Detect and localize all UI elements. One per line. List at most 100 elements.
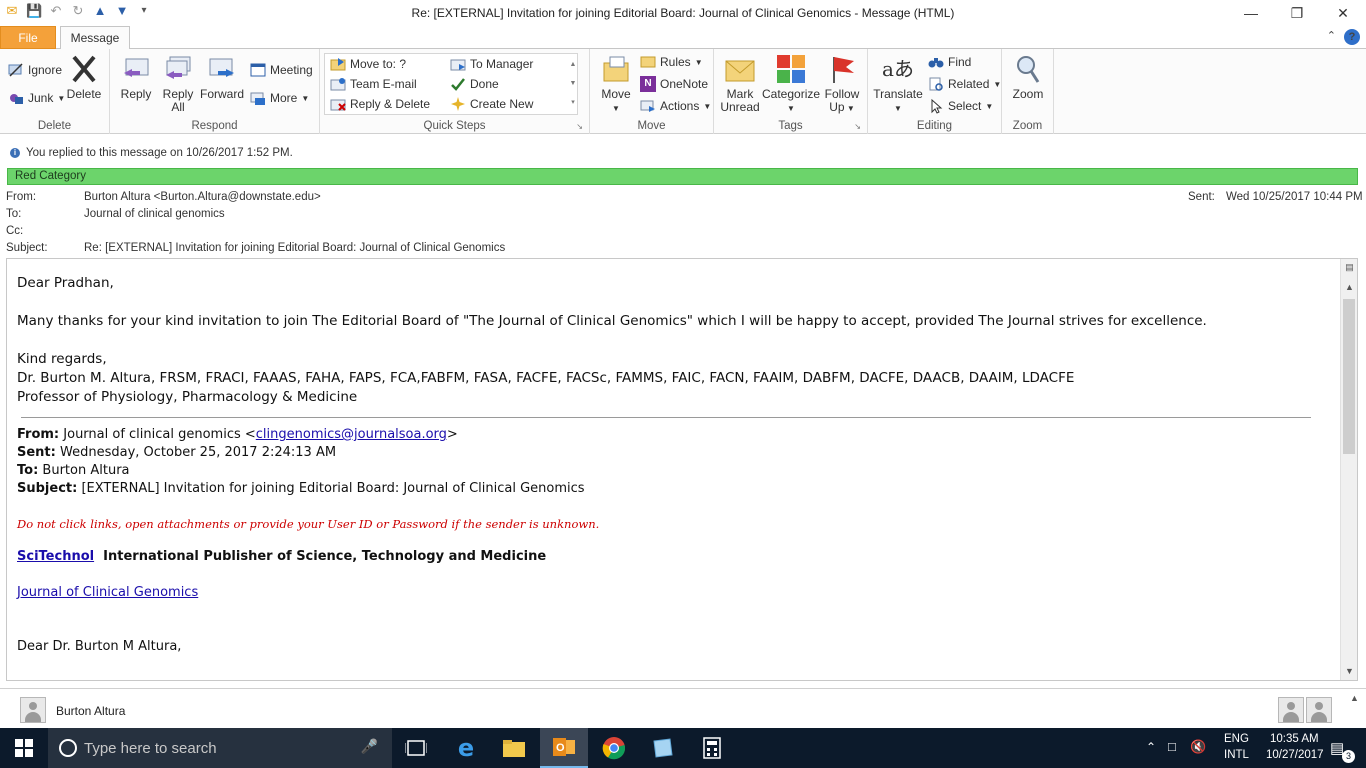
system-tray: ⌃ □ 🔇 ENG INTL 10:35 AM 10/27/2017 ▤ 3 bbox=[1136, 728, 1366, 768]
message-body[interactable]: Dear Pradhan, Many thanks for your kind … bbox=[6, 258, 1358, 681]
task-view-button[interactable] bbox=[392, 728, 440, 768]
mark-unread-button[interactable]: Mark Unread bbox=[716, 53, 764, 114]
microphone-icon[interactable]: 🎤 bbox=[361, 738, 378, 755]
notification-count-badge: 3 bbox=[1342, 750, 1355, 763]
zoom-button[interactable]: Zoom bbox=[1004, 53, 1052, 101]
related-button[interactable]: Related ▼ bbox=[928, 74, 1001, 94]
sent-value: Wed 10/25/2017 10:44 PM bbox=[1226, 191, 1363, 203]
categorize-button[interactable]: Categorize ▼ bbox=[762, 53, 820, 115]
from-value[interactable]: Burton Altura <Burton.Altura@downstate.e… bbox=[84, 191, 321, 203]
to-value[interactable]: Journal of clinical genomics bbox=[84, 208, 225, 220]
group-label-delete: Delete bbox=[37, 120, 72, 132]
task-view-icon bbox=[405, 740, 427, 756]
avatar[interactable] bbox=[20, 697, 46, 723]
reply-button[interactable]: Reply bbox=[112, 53, 160, 101]
move-group: Move ▼ Rules ▼ N OneNote Actions ▼ Move bbox=[590, 49, 714, 134]
categorize-icon bbox=[777, 55, 805, 83]
expand-people-pane-icon[interactable]: ▲ bbox=[1350, 693, 1359, 703]
rules-button[interactable]: Rules ▼ bbox=[640, 52, 703, 72]
scitechnol-link[interactable]: SciTechnol bbox=[17, 549, 94, 564]
taskbar-notepad-app[interactable] bbox=[638, 728, 686, 768]
quick-steps-scroll[interactable]: ▲ ▼ ▾ bbox=[567, 55, 579, 113]
windows-logo-icon bbox=[15, 739, 33, 757]
binoculars-icon bbox=[928, 54, 944, 70]
sent-label: Sent: bbox=[1188, 191, 1215, 203]
quick-step-reply-delete[interactable]: Reply & Delete bbox=[330, 94, 430, 114]
find-button[interactable]: Find bbox=[928, 52, 971, 72]
publisher-line: SciTechnol International Publisher of Sc… bbox=[17, 549, 547, 564]
taskbar-chrome[interactable] bbox=[590, 728, 638, 768]
translate-button[interactable]: aあ Translate ▼ bbox=[872, 53, 924, 115]
related-icon bbox=[928, 76, 944, 92]
avatar[interactable] bbox=[1278, 697, 1304, 723]
more-button[interactable]: More ▼ bbox=[250, 88, 309, 108]
network-icon[interactable]: □ bbox=[1168, 739, 1176, 754]
meeting-button[interactable]: Meeting bbox=[250, 60, 313, 80]
actions-icon bbox=[640, 98, 656, 114]
greeting: Dear Pradhan, bbox=[17, 275, 114, 291]
follow-up-button[interactable]: Follow Up ▼ bbox=[818, 53, 866, 115]
second-greeting: Dear Dr. Burton M Altura, bbox=[17, 639, 182, 654]
cortana-circle-icon bbox=[59, 739, 77, 757]
journal-link[interactable]: Journal of Clinical Genomics bbox=[17, 585, 198, 600]
move-folder-icon bbox=[603, 56, 629, 82]
quick-steps-group: Move to: ? Team E-mail Reply & Delete To… bbox=[320, 49, 590, 134]
sender-email-link[interactable]: clingenomics@journalsoa.org bbox=[256, 427, 447, 442]
delete-button[interactable]: Delete bbox=[60, 53, 108, 101]
zoom-info-icon: ▤ bbox=[1345, 262, 1354, 272]
dialog-launcher-icon[interactable]: ↘ bbox=[854, 122, 861, 131]
taskbar-outlook[interactable]: O bbox=[540, 728, 588, 768]
clock-time[interactable]: 10:35 AM bbox=[1270, 733, 1319, 745]
avatar[interactable] bbox=[1306, 697, 1332, 723]
taskbar-calculator[interactable] bbox=[688, 728, 736, 768]
signature-title: Professor of Physiology, Pharmacology & … bbox=[17, 389, 358, 405]
minimize-button[interactable]: — bbox=[1228, 0, 1274, 26]
dialog-launcher-icon[interactable]: ↘ bbox=[576, 122, 583, 131]
scroll-thumb[interactable] bbox=[1343, 299, 1355, 454]
group-label-editing: Editing bbox=[916, 120, 953, 132]
taskbar-search-box[interactable]: Type here to search 🎤 bbox=[48, 728, 392, 768]
help-icon[interactable]: ? bbox=[1344, 29, 1360, 45]
group-label-respond: Respond bbox=[191, 120, 238, 132]
volume-muted-icon[interactable]: 🔇 bbox=[1190, 739, 1206, 755]
quick-step-move-to[interactable]: Move to: ? bbox=[330, 54, 406, 74]
clock-date[interactable]: 10/27/2017 bbox=[1266, 749, 1324, 761]
language-code[interactable]: ENG bbox=[1224, 733, 1249, 745]
quick-step-create-new[interactable]: Create New bbox=[450, 94, 533, 114]
reply-all-button[interactable]: Reply All bbox=[154, 53, 202, 114]
reply-all-icon bbox=[166, 56, 191, 79]
taskbar-edge[interactable]: e bbox=[442, 728, 490, 768]
tab-message[interactable]: Message bbox=[60, 26, 130, 50]
actions-button[interactable]: Actions ▼ bbox=[640, 96, 711, 116]
scroll-down-arrow[interactable]: ▼ bbox=[1341, 663, 1357, 680]
svg-text:O: O bbox=[556, 742, 565, 754]
move-button[interactable]: Move ▼ bbox=[592, 53, 640, 115]
title-bar: ✉ 💾 ↶ ↻ ▲ ▼ ▾ Re: [EXTERNAL] Invitation … bbox=[0, 0, 1366, 26]
notepad-icon bbox=[653, 738, 673, 758]
scroll-up-arrow[interactable]: ▲ bbox=[1341, 279, 1357, 296]
keyboard-layout[interactable]: INTL bbox=[1224, 749, 1249, 761]
group-label-zoom: Zoom bbox=[1012, 120, 1043, 132]
chevron-down-icon: ▼ bbox=[703, 101, 712, 111]
quick-step-team-email[interactable]: Team E-mail bbox=[330, 74, 417, 94]
quick-step-to-manager[interactable]: To Manager bbox=[450, 54, 533, 74]
people-pane-name[interactable]: Burton Altura bbox=[56, 704, 125, 718]
group-label-move: Move bbox=[637, 120, 666, 132]
tab-file[interactable]: File bbox=[0, 26, 56, 49]
forward-button[interactable]: Forward bbox=[198, 53, 246, 101]
collapse-ribbon-icon[interactable]: ⌃ bbox=[1327, 29, 1336, 45]
onenote-button[interactable]: N OneNote bbox=[640, 74, 708, 94]
vertical-scrollbar[interactable]: ▤ ▲ ▼ bbox=[1340, 259, 1357, 680]
show-hidden-icons-icon[interactable]: ⌃ bbox=[1146, 740, 1156, 754]
junk-button[interactable]: Junk ▼ bbox=[8, 88, 65, 108]
edge-icon: e bbox=[457, 734, 475, 762]
restore-button[interactable]: ❐ bbox=[1274, 0, 1320, 26]
cc-label: Cc: bbox=[6, 225, 24, 237]
select-button[interactable]: Select ▼ bbox=[928, 96, 993, 116]
taskbar-file-explorer[interactable] bbox=[490, 728, 538, 768]
start-button[interactable] bbox=[0, 728, 48, 768]
search-placeholder: Type here to search bbox=[84, 740, 217, 757]
quick-step-done[interactable]: Done bbox=[450, 74, 499, 94]
ignore-button[interactable]: Ignore bbox=[8, 60, 62, 80]
close-button[interactable]: ✕ bbox=[1320, 0, 1366, 26]
